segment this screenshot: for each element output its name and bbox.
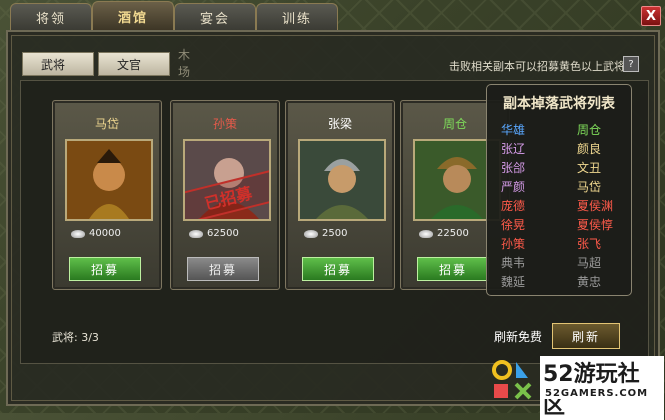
drop-list-general-name: 周仓 <box>577 123 602 137</box>
drop-list-general-name: 魏延 <box>501 275 526 289</box>
general-name: 孙策 <box>212 117 237 131</box>
general-portrait <box>298 139 386 221</box>
drop-list-general-name: 庞德 <box>501 199 526 213</box>
free-refresh-label: 刷新免费 <box>494 330 543 344</box>
watermark-logo-icon <box>492 360 532 400</box>
drop-list-general-name: 徐晃 <box>501 218 526 232</box>
top-tab-bar: 将领 酒馆 宴会 训练 <box>0 0 665 30</box>
cost-value: 22500 <box>437 228 469 239</box>
recruit-button[interactable]: 招募 <box>417 257 489 281</box>
drop-list-general-name: 夏侯惇 <box>577 218 614 232</box>
cost-display: 62500 <box>189 228 239 239</box>
help-button[interactable]: ? <box>623 56 639 72</box>
refresh-button[interactable]: 刷新 <box>552 323 620 349</box>
recruit-button[interactable]: 招募 <box>69 257 141 281</box>
drop-list-general-name: 马岱 <box>577 180 602 194</box>
subtab-lumber[interactable]: 木场 <box>160 48 208 79</box>
drop-list-general-name: 文丑 <box>577 161 602 175</box>
general-portrait <box>65 139 153 221</box>
general-portrait: 已招募 <box>183 139 271 221</box>
silver-ingot-icon <box>419 229 433 238</box>
tab-tavern[interactable]: 酒馆 <box>92 1 174 30</box>
drop-list-general-name: 张辽 <box>501 142 526 156</box>
drop-list-general-name: 张郃 <box>501 161 526 175</box>
drop-list-popup: 副本掉落武将列表 华雄张辽张郃严颜庞德徐晃孙策典韦魏延 周仓颜良文丑马岱夏侯渊夏… <box>486 84 632 296</box>
general-card: 张梁 2500 招募 <box>285 100 395 290</box>
drop-list-title: 副本掉落武将列表 <box>503 96 615 112</box>
drop-list-general-name: 严颜 <box>501 180 526 194</box>
site-watermark: 52游玩社区 52GAMERS.COM <box>488 352 664 420</box>
drop-list-general-name: 孙策 <box>501 237 526 251</box>
drop-list-general-name: 颜良 <box>577 142 602 156</box>
drop-list-general-name: 马超 <box>577 256 602 270</box>
general-count: 武将: 3/3 <box>52 331 99 344</box>
drop-list-general-name: 典韦 <box>501 256 526 270</box>
tab-banquet[interactable]: 宴会 <box>174 3 256 30</box>
drop-list-general-name: 张飞 <box>577 237 602 251</box>
subtab-general[interactable]: 武将 <box>22 52 94 76</box>
general-card: 马岱 40000 招募 <box>52 100 162 290</box>
recruit-hint: 击败相关副本可以招募黄色以上武将 <box>449 60 625 73</box>
silver-ingot-icon <box>71 229 85 238</box>
cost-display: 2500 <box>304 228 347 239</box>
drop-list-general-name: 夏侯渊 <box>577 199 614 213</box>
cost-display: 22500 <box>419 228 469 239</box>
general-name: 张梁 <box>327 117 352 131</box>
tab-generals[interactable]: 将领 <box>10 3 92 30</box>
cost-display: 40000 <box>71 228 121 239</box>
recruit-button[interactable]: 招募 <box>302 257 374 281</box>
cost-value: 62500 <box>207 228 239 239</box>
tab-training[interactable]: 训练 <box>256 3 338 30</box>
close-button[interactable]: X <box>641 6 661 26</box>
silver-ingot-icon <box>189 229 203 238</box>
cost-value: 40000 <box>89 228 121 239</box>
general-card: 孙策 已招募 62500 招募 <box>170 100 280 290</box>
silver-ingot-icon <box>304 229 318 238</box>
cost-value: 2500 <box>322 228 348 239</box>
watermark-url: 52GAMERS.COM <box>542 388 652 399</box>
general-name: 马岱 <box>94 117 119 131</box>
drop-list-general-name: 黄忠 <box>577 275 602 289</box>
recruit-button[interactable]: 招募 <box>187 257 259 281</box>
drop-list-general-name: 华雄 <box>501 123 526 137</box>
